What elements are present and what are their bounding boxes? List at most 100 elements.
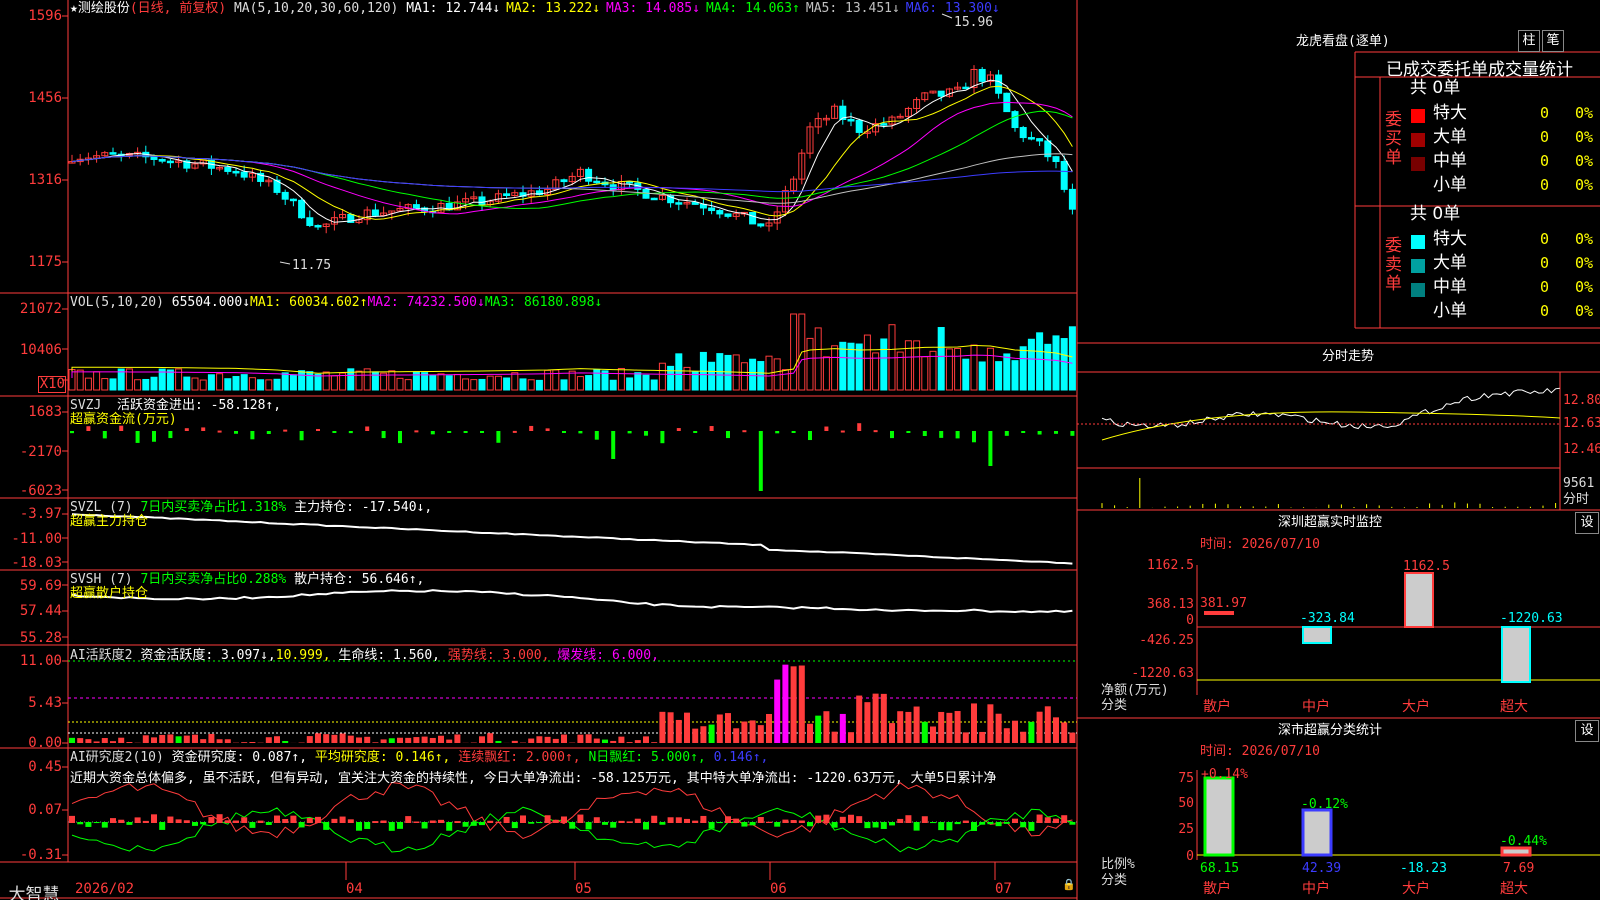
svzj-bar xyxy=(1004,431,1009,436)
monitor-bar xyxy=(1204,611,1234,615)
candle-body xyxy=(158,158,166,162)
lock-icon[interactable]: 🔒 xyxy=(1062,878,1076,891)
candle-body xyxy=(650,197,658,201)
candle-body xyxy=(281,191,289,200)
candle-body xyxy=(847,119,855,122)
class-category: 中户 xyxy=(1302,881,1330,897)
ai1-bar xyxy=(306,736,313,743)
ai2-bar xyxy=(790,820,797,823)
star-icon[interactable]: ★ xyxy=(70,1,78,16)
monitor-category: 散户 xyxy=(1203,699,1231,715)
ai2-bar xyxy=(700,815,707,823)
volume-bar xyxy=(880,338,888,391)
candle-body xyxy=(150,156,158,160)
lhb-row-value: 0 xyxy=(1540,104,1550,122)
svsh-sub: 超赢散户持仓 xyxy=(70,586,149,601)
ai1-bar xyxy=(938,711,945,743)
volume-bar xyxy=(216,373,224,391)
ai2-bar xyxy=(675,817,682,823)
candle-body xyxy=(962,86,970,90)
candle-body xyxy=(593,180,601,184)
monitor-y-label: 1162.5 xyxy=(1147,558,1194,573)
period-mode[interactable]: (日线, 前复权) xyxy=(130,1,226,16)
ai1-bar xyxy=(741,721,748,743)
monitor-y-label: -1220.63 xyxy=(1131,666,1194,681)
ai2-bar xyxy=(265,822,272,825)
brand-logo[interactable]: 大智慧 xyxy=(0,880,68,900)
kline-header: ★测绘股份(日线, 前复权) MA(5,10,20,30,60,120) MA1… xyxy=(70,1,1006,16)
ai1-bar xyxy=(651,742,658,743)
svzj-bar xyxy=(168,431,173,439)
volume-bar xyxy=(1044,343,1052,391)
ai1-bar xyxy=(782,664,789,743)
svzj-bar xyxy=(1054,431,1058,434)
ai2-bar xyxy=(142,820,149,823)
svzj-bar xyxy=(742,430,747,433)
ai1-bar xyxy=(561,734,567,743)
volume-bar xyxy=(330,375,338,391)
svzj-bar xyxy=(234,431,238,434)
volume-bar xyxy=(937,327,945,391)
monitor-value: 381.97 xyxy=(1200,596,1247,611)
volume-bar xyxy=(593,369,601,391)
ai2-bar xyxy=(561,816,567,823)
sz-monitor-settings-button[interactable]: 设 xyxy=(1575,512,1599,534)
ai2-research: 资金研究度: 0.087↑, xyxy=(171,750,308,765)
lhb-color-swatch xyxy=(1411,109,1425,123)
ai2-bar xyxy=(282,819,289,823)
volume-bar xyxy=(396,377,404,391)
lhb-side-label: 委买单 xyxy=(1385,110,1402,168)
lhb-row-pct: 0% xyxy=(1575,128,1594,146)
ai1-bar xyxy=(438,735,444,743)
volume-bar xyxy=(1068,326,1076,391)
ai2-bar xyxy=(552,819,559,823)
main-chart-canvas[interactable] xyxy=(0,0,1600,900)
monitor-y-label: 368.13 xyxy=(1147,597,1194,612)
svzj-bar xyxy=(955,431,960,439)
ai1-bar xyxy=(405,737,412,743)
ai2-bar xyxy=(397,822,403,829)
candle-body xyxy=(232,170,240,174)
y-axis-label: 59.69 xyxy=(19,578,62,594)
svzj-bar xyxy=(217,430,222,433)
y-axis-label: 1596 xyxy=(28,8,62,24)
ai1-bar xyxy=(142,735,149,743)
svsh-ratio: 7日内买卖净占比0.288% xyxy=(140,572,287,587)
bar-mode-button[interactable]: 柱 xyxy=(1518,30,1540,52)
class-category: 大户 xyxy=(1402,881,1430,897)
ai2-bar xyxy=(290,815,297,823)
class-value: 42.39 xyxy=(1302,861,1342,876)
volume-bar xyxy=(240,374,248,391)
ai2-bar xyxy=(101,822,108,828)
ai1-bar xyxy=(544,736,551,743)
lhb-row-label: 中单 xyxy=(1433,151,1467,171)
svzj-bar xyxy=(135,431,140,443)
volume-bar xyxy=(503,377,511,391)
lhb-row-value: 0 xyxy=(1540,230,1550,248)
ai1-bar xyxy=(954,711,961,743)
x-axis-label: 07 xyxy=(995,881,1012,897)
ai2-bar xyxy=(323,822,330,830)
volume-bar xyxy=(445,375,453,391)
lhb-color-swatch xyxy=(1411,133,1425,147)
ai1-bar xyxy=(77,738,84,743)
ma-value-1: MA1: 12.744↓ xyxy=(406,1,501,16)
sz-monitor-title: 深圳超赢实时监控 xyxy=(1278,515,1383,530)
svzj-bar xyxy=(316,428,320,431)
volume-bar xyxy=(675,353,683,391)
volume-bar xyxy=(970,344,978,391)
svzj-bar xyxy=(332,431,337,433)
tick-mode-button[interactable]: 笔 xyxy=(1542,30,1564,52)
ai2-bar xyxy=(815,815,822,823)
candle-body xyxy=(880,123,888,126)
candle-body xyxy=(224,166,232,172)
ai1-bar xyxy=(159,734,166,743)
volume-bar xyxy=(388,370,396,391)
intraday-title[interactable]: 分时走势 xyxy=(1322,349,1374,364)
candle-body xyxy=(1019,127,1027,139)
sz-class-settings-button[interactable]: 设 xyxy=(1575,720,1599,742)
ai2-bar xyxy=(429,820,436,823)
ai2-bar xyxy=(577,814,584,823)
y-axis-label: -3.97 xyxy=(19,506,62,522)
ai1-bar xyxy=(971,703,977,743)
